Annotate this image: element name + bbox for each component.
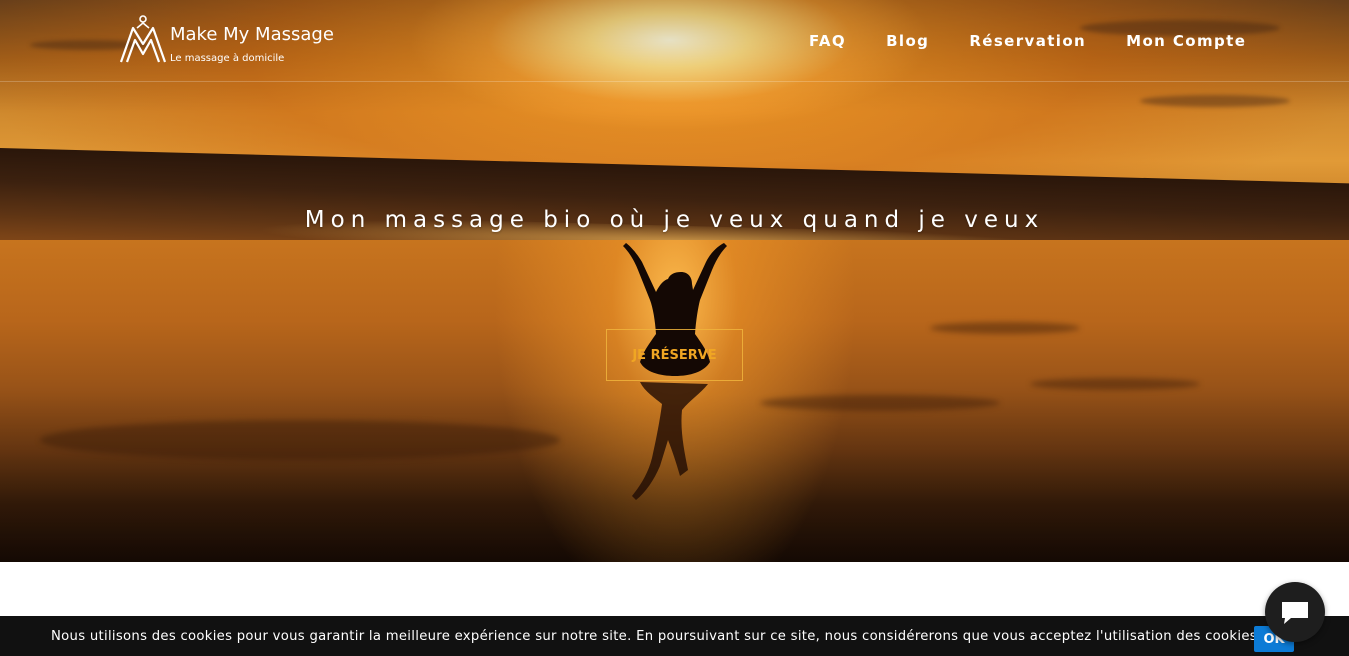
hero-title: Mon massage bio où je veux quand je veux: [304, 207, 1045, 234]
site-header: Make My Massage Le massage à domicile FA…: [0, 0, 1349, 82]
book-now-button[interactable]: JE RÉSERVE: [606, 329, 743, 381]
brand-name: Make My Massage: [170, 24, 334, 45]
brand-tagline: Le massage à domicile: [170, 53, 285, 64]
site-logo[interactable]: Make My Massage Le massage à domicile: [119, 14, 349, 70]
nav-item-reservation[interactable]: Réservation: [949, 30, 1106, 52]
hero-section: Make My Massage Le massage à domicile FA…: [0, 0, 1349, 562]
chat-bubble-icon: [1282, 602, 1308, 624]
chat-button[interactable]: [1265, 582, 1325, 642]
main-nav: FAQ Blog Réservation Mon Compte: [789, 30, 1266, 52]
nav-item-faq[interactable]: FAQ: [789, 30, 866, 52]
cookie-banner: Nous utilisons des cookies pour vous gar…: [0, 616, 1349, 656]
mm-logo-icon: [119, 15, 167, 63]
nav-item-blog[interactable]: Blog: [866, 30, 949, 52]
hero-overlay: [0, 0, 1349, 562]
cookie-message: Nous utilisons des cookies pour vous gar…: [51, 629, 1262, 644]
nav-item-mon-compte[interactable]: Mon Compte: [1106, 30, 1266, 52]
